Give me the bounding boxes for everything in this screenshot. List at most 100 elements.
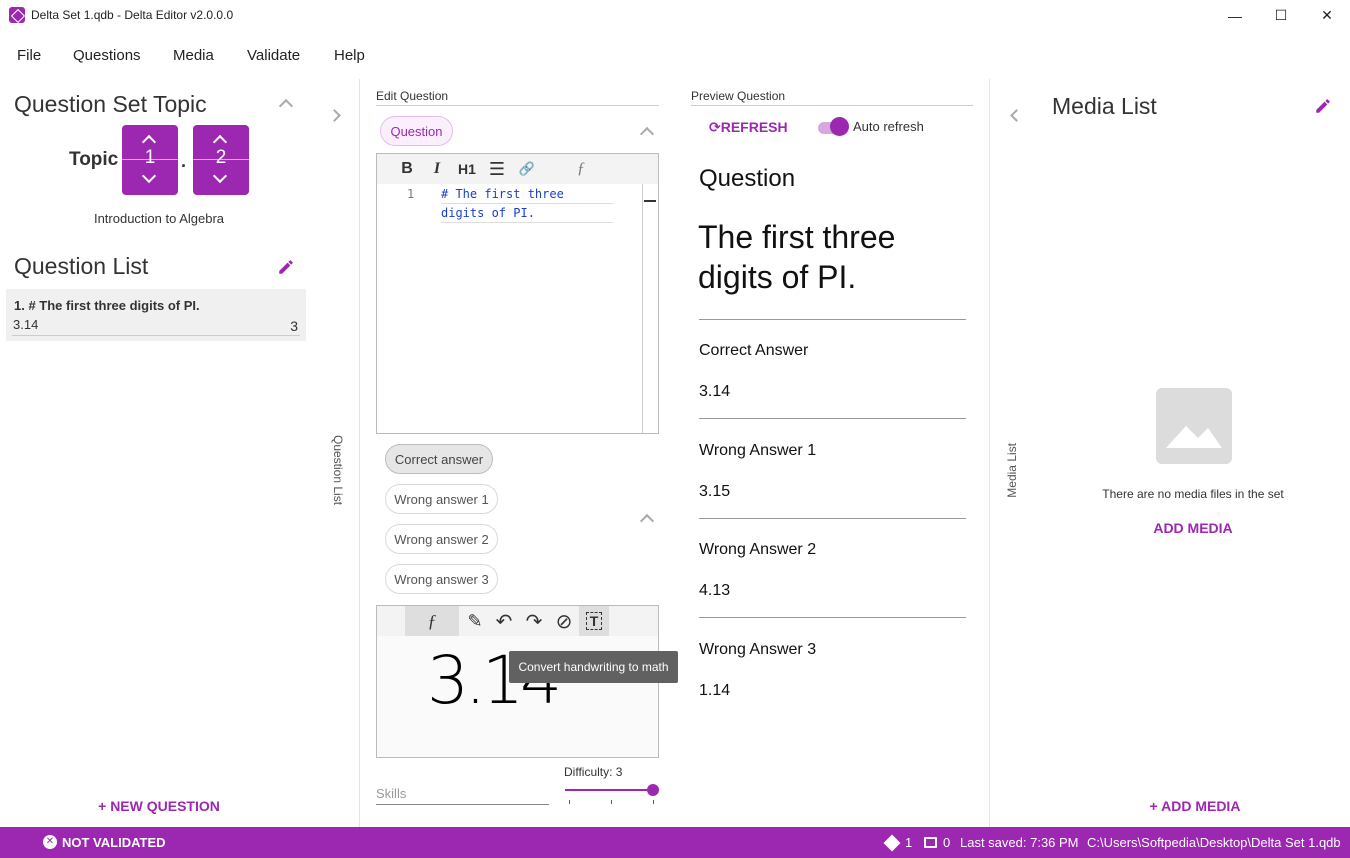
markdown-editor[interactable]: B I H1 ☰ 🔗 ƒ 1 # The first three digits … — [376, 153, 659, 434]
link-button[interactable]: 🔗 — [514, 154, 540, 184]
last-saved: Last saved: 7:36 PM — [960, 835, 1079, 850]
window-title: Delta Set 1.qdb - Delta Editor v2.0.0.0 — [31, 8, 234, 22]
undo-button[interactable]: ↶ — [491, 606, 517, 636]
topic-name: Introduction to Algebra — [93, 211, 225, 226]
add-media-link[interactable]: ADD MEDIA — [1036, 520, 1350, 536]
wrong-answer-2-label: Wrong Answer 2 — [699, 541, 817, 558]
edit-pencil-icon[interactable] — [277, 258, 295, 276]
chevron-down-icon[interactable] — [141, 168, 157, 184]
heading-button[interactable]: H1 — [454, 154, 480, 184]
convert-handwriting-button[interactable]: T — [579, 606, 609, 636]
expand-question-list-icon[interactable] — [328, 109, 341, 122]
skills-input[interactable]: Skills — [376, 786, 406, 801]
question-list-heading: Question List — [14, 253, 149, 279]
status-bar: ✕ NOT VALIDATED 1 0 Last saved: 7:36 PM … — [0, 827, 1350, 858]
maximize-button[interactable]: ☐ — [1258, 0, 1304, 31]
wrong-answer-3-label: Wrong Answer 3 — [699, 641, 817, 658]
refresh-icon: ⟳ — [709, 119, 721, 135]
wrong-answer-2-value: 4.13 — [699, 582, 731, 599]
menu-questions[interactable]: Questions — [73, 47, 141, 64]
collapse-question-editor-icon[interactable] — [639, 126, 655, 142]
preview-question-text: The first three digits of PI. — [698, 219, 896, 295]
wrong-answer-1-value: 3.15 — [699, 483, 731, 500]
redo-button[interactable]: ↷ — [521, 606, 547, 636]
title-bar: Delta Set 1.qdb - Delta Editor v2.0.0.0 … — [0, 0, 1350, 31]
edit-question-panel: Edit Question Question B I H1 ☰ 🔗 ƒ 1 # … — [360, 79, 678, 827]
chevron-down-icon[interactable] — [212, 168, 228, 184]
line-number: 1 — [407, 187, 415, 201]
preview-heading: Preview Question — [691, 89, 786, 103]
collapse-topic-icon[interactable] — [278, 98, 294, 114]
code-line-2: digits of PI. — [441, 206, 535, 220]
file-path: C:\Users\Softpedia\Desktop\Delta Set 1.q… — [1087, 835, 1341, 850]
auto-refresh-label: Auto refresh — [853, 119, 924, 134]
correct-answer-value: 3.14 — [699, 383, 731, 400]
topic-separator: . — [181, 151, 187, 171]
question-count-icon — [883, 834, 901, 852]
code-line-1: # The first three — [441, 187, 564, 201]
media-panel: Media List There are no media files in t… — [1036, 79, 1350, 827]
error-icon: ✕ — [43, 835, 57, 849]
left-panel: Question Set Topic Topic 1 . 2 Introduct… — [0, 79, 318, 827]
media-count: 0 — [943, 835, 951, 850]
close-button[interactable]: ✕ — [1304, 0, 1350, 31]
list-item[interactable]: 1. # The first three digits of PI. 3.14 … — [6, 289, 306, 341]
minimize-button[interactable]: — — [1212, 0, 1258, 31]
question-list-rail: Question List — [318, 79, 360, 827]
collapse-answers-icon[interactable] — [639, 513, 655, 529]
topic-minor-stepper[interactable]: 2 — [193, 125, 249, 195]
formula-button[interactable]: ƒ — [569, 154, 593, 184]
edit-question-heading: Edit Question — [376, 89, 449, 103]
preview-question-label: Question — [699, 165, 796, 192]
bold-button[interactable]: B — [395, 154, 419, 184]
ink-toolbar: ƒ ✎ ↶ ↷ ⊘ T — [377, 606, 658, 636]
italic-button[interactable]: I — [425, 154, 449, 184]
list-item-title: 1. # The first three digits of PI. — [14, 298, 200, 313]
expand-media-list-icon[interactable] — [1010, 109, 1023, 122]
topic-minor-value: 2 — [215, 147, 227, 168]
editor-toolbar: B I H1 ☰ 🔗 ƒ — [377, 154, 658, 184]
app-icon — [9, 7, 25, 23]
image-placeholder-icon — [1156, 388, 1232, 464]
difficulty-slider-thumb[interactable] — [647, 784, 659, 796]
list-button[interactable]: ☰ — [484, 154, 510, 184]
no-media-text: There are no media files in the set — [1102, 487, 1284, 501]
menu-help[interactable]: Help — [334, 47, 365, 64]
menu-bar: File Questions Media Validate Help — [0, 31, 1350, 79]
menu-file[interactable]: File — [17, 47, 41, 64]
wrong-answer-1-chip[interactable]: Wrong answer 1 — [385, 484, 498, 514]
auto-refresh-toggle-thumb[interactable] — [830, 117, 849, 136]
editor-scrollbar[interactable] — [642, 184, 643, 433]
pen-button[interactable]: ✎ — [463, 606, 487, 636]
tooltip: Convert handwriting to math — [509, 651, 678, 683]
topic-label: Topic — [69, 149, 119, 170]
menu-media[interactable]: Media — [173, 47, 214, 64]
media-list-rail: Media List — [990, 79, 1036, 827]
menu-validate[interactable]: Validate — [247, 47, 300, 64]
correct-answer-chip[interactable]: Correct answer — [385, 444, 493, 474]
new-question-button[interactable]: + NEW QUESTION — [0, 798, 318, 814]
question-chip[interactable]: Question — [380, 116, 453, 146]
validation-status[interactable]: NOT VALIDATED — [62, 835, 166, 850]
refresh-button[interactable]: ⟳REFRESH — [709, 119, 788, 136]
question-list-rail-label[interactable]: Question List — [331, 435, 345, 505]
question-count: 1 — [905, 835, 913, 850]
topic-major-value: 1 — [144, 147, 156, 168]
wrong-answer-1-label: Wrong Answer 1 — [699, 442, 817, 459]
difficulty-label: Difficulty: 3 — [564, 765, 623, 779]
topic-major-stepper[interactable]: 1 — [122, 125, 178, 195]
wrong-answer-2-chip[interactable]: Wrong answer 2 — [385, 524, 498, 554]
media-list-rail-label[interactable]: Media List — [1005, 443, 1019, 498]
add-media-button[interactable]: + ADD MEDIA — [1036, 798, 1350, 814]
list-item-answer: 3.14 — [13, 317, 39, 332]
math-mode-button[interactable]: ƒ — [405, 606, 459, 636]
preview-panel: Preview Question ⟳REFRESH Auto refresh Q… — [673, 79, 990, 827]
text-recognition-icon: T — [585, 612, 603, 630]
difficulty-slider-track[interactable] — [565, 789, 653, 791]
wrong-answer-3-value: 1.14 — [699, 682, 731, 699]
wrong-answer-3-chip[interactable]: Wrong answer 3 — [385, 564, 498, 594]
clear-button[interactable]: ⊘ — [551, 606, 577, 636]
media-list-heading: Media List — [1052, 93, 1157, 119]
edit-pencil-icon[interactable] — [1314, 97, 1332, 115]
correct-answer-label: Correct Answer — [699, 342, 809, 359]
